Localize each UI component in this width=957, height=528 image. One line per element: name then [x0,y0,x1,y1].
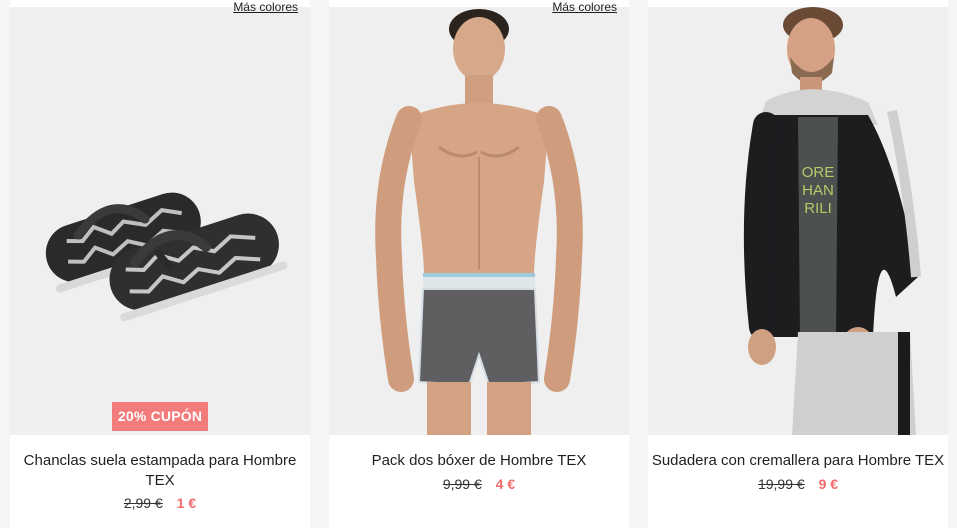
product-card[interactable]: Más colores [10,0,310,528]
flip-flops-image [10,7,310,435]
coupon-badge: 20% CUPÓN [112,402,208,431]
sale-price: 4 € [495,476,516,492]
product-image[interactable]: ORE HAN RILI [648,7,948,435]
price-row: 19,99 € 9 € [648,476,948,492]
product-title[interactable]: Sudadera con cremallera para Hombre TEX [648,451,948,471]
product-card[interactable]: Más colores [329,0,629,528]
svg-text:ORE: ORE [802,164,835,181]
svg-text:RILI: RILI [804,200,832,217]
product-grid: Más colores 20% CUPÓN Chanclas suela est… [0,0,957,528]
product-image[interactable]: 20% CUPÓN [10,7,310,435]
more-colors-link[interactable]: Más colores [233,0,298,14]
product-title[interactable]: Pack dos bóxer de Hombre TEX [329,451,629,471]
old-price: 9,99 € [442,476,482,492]
sale-price: 9 € [818,476,839,492]
product-card[interactable]: ORE HAN RILI Sudadera con cremallera par… [648,0,948,528]
sale-price: 1 € [176,495,197,511]
svg-text:HAN: HAN [802,182,834,199]
product-title[interactable]: Chanclas suela estampada para Hombre TEX [10,451,310,491]
old-price: 19,99 € [757,476,805,492]
price-row: 2,99 € 1 € [10,495,310,511]
price-row: 9,99 € 4 € [329,476,629,492]
more-colors-link[interactable]: Más colores [552,0,617,14]
old-price: 2,99 € [123,495,163,511]
hoodie-model-image: ORE HAN RILI [648,7,948,435]
boxer-model-image [329,7,629,435]
product-image[interactable] [329,7,629,435]
